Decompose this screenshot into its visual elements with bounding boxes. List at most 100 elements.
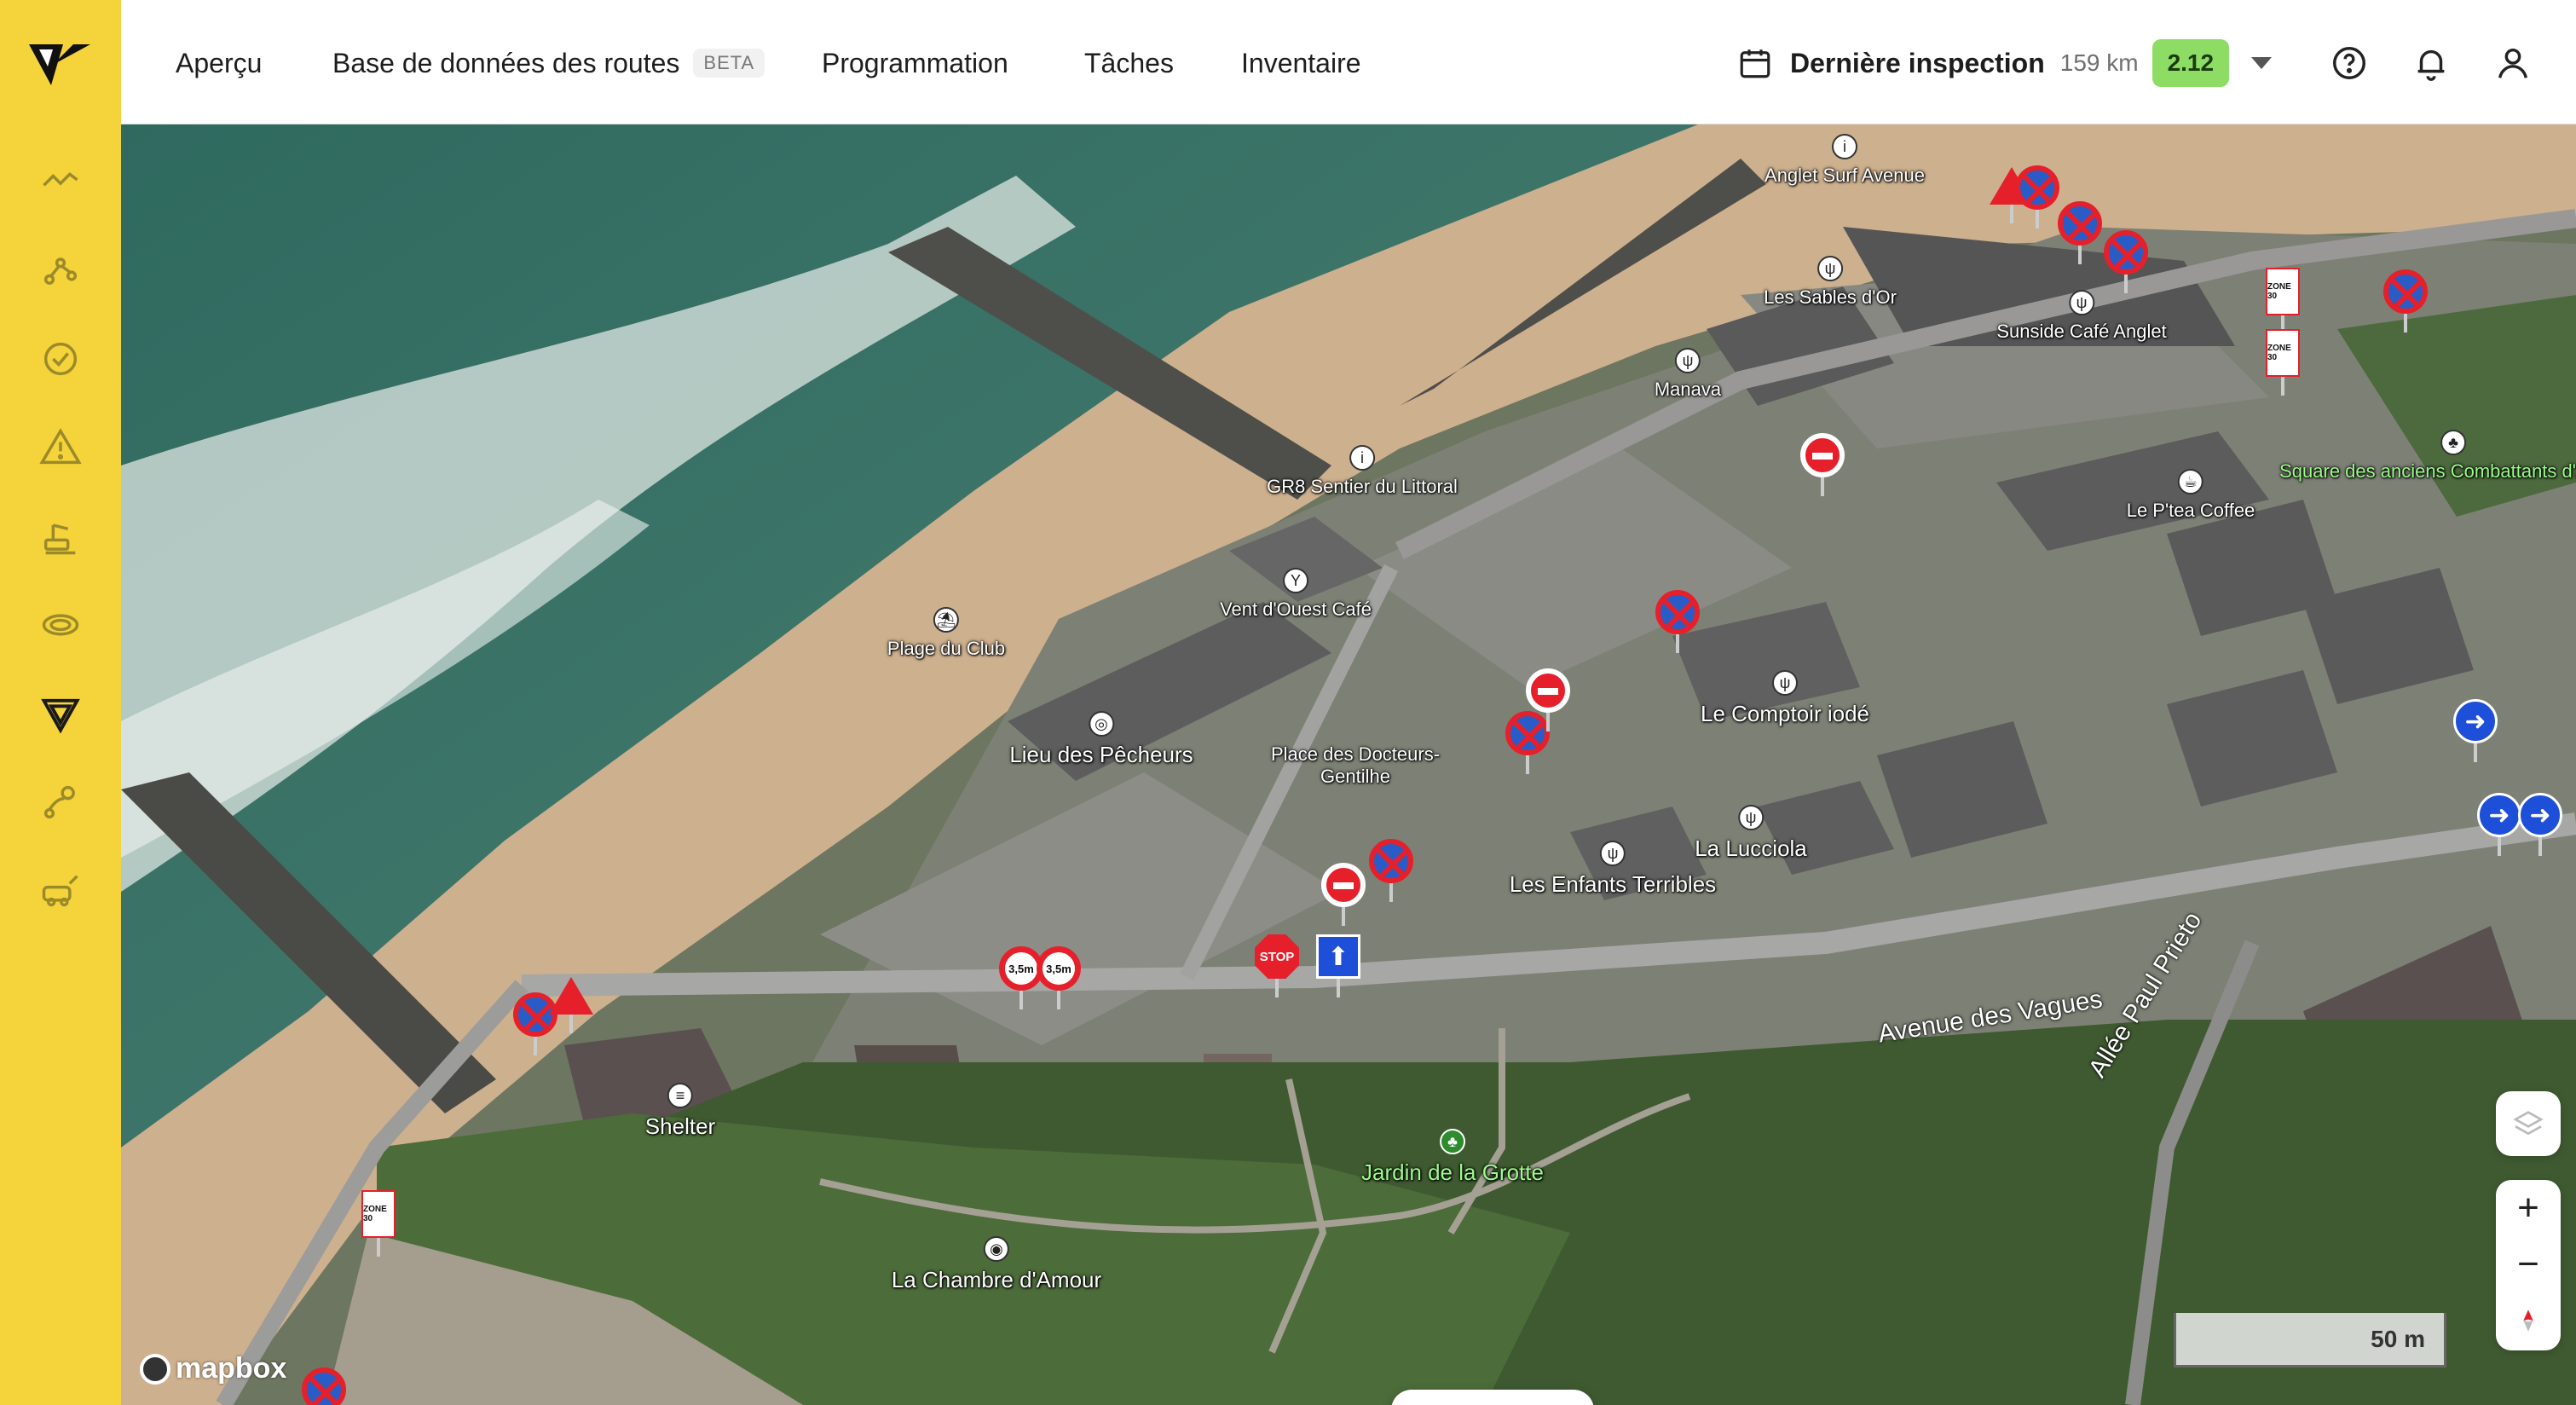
- sidebar-item-tasks[interactable]: [31, 329, 90, 389]
- sign-no-entry[interactable]: [1526, 668, 1570, 731]
- inspection-selector[interactable]: Dernière inspection 159 km 2.12: [1737, 34, 2273, 92]
- map-marker-route-icon: [43, 785, 75, 819]
- zone-30-sign-icon: ZONE 30: [2266, 329, 2300, 377]
- bell-icon: [2417, 49, 2445, 81]
- sidebar-item-surface[interactable]: [31, 595, 90, 655]
- sidebar-item-alerts[interactable]: [31, 418, 90, 477]
- map-view[interactable]: i Anglet Surf Avenue ψ Les Sables d'Or ψ…: [121, 124, 2576, 1405]
- layer-toggle-button[interactable]: [2496, 1091, 2561, 1156]
- sign-no-parking[interactable]: [2058, 201, 2102, 264]
- user-menu-button[interactable]: [2487, 38, 2538, 89]
- no-parking-sign-icon: [2104, 230, 2148, 275]
- poi-les-enfants-terribles[interactable]: ψ Les Enfants Terribles: [1510, 841, 1716, 898]
- sign-keep-right[interactable]: ➜: [2453, 699, 2498, 762]
- zoom-controls: + −: [2496, 1180, 2561, 1350]
- sign-no-parking[interactable]: [2383, 269, 2428, 332]
- sign-height-limit[interactable]: 3,5m: [1037, 946, 1081, 1009]
- no-parking-sign-icon: [2015, 165, 2059, 210]
- sign-one-way[interactable]: ⬆: [1316, 934, 1360, 997]
- arrow-up-sign-icon: ⬆: [1316, 934, 1360, 979]
- map-scale-bar: 50 m: [2174, 1313, 2446, 1367]
- nav-label: Programmation: [822, 47, 1008, 78]
- zone-30-sign-icon: ZONE 30: [2266, 268, 2300, 315]
- poi-label: GR8 Sentier du Littoral: [1267, 476, 1458, 497]
- nav-programmation[interactable]: Programmation: [822, 41, 1008, 85]
- map-search-toolbar: [1391, 1390, 1594, 1405]
- restaurant-icon: ψ: [2069, 290, 2094, 315]
- no-entry-sign-icon: [1526, 668, 1570, 713]
- help-button[interactable]: [2324, 38, 2375, 89]
- compass-button[interactable]: [2496, 1292, 2561, 1349]
- sidebar-item-network[interactable]: [31, 772, 90, 832]
- inspection-label: Dernière inspection: [1790, 47, 2045, 78]
- sign-zone-30[interactable]: ZONE 30: [361, 1190, 396, 1257]
- sign-no-parking[interactable]: [302, 1367, 346, 1405]
- mapbox-attribution[interactable]: mapbox: [140, 1352, 286, 1385]
- poi-les-sables-dor[interactable]: ψ Les Sables d'Or: [1764, 256, 1897, 309]
- calendar-icon: [1740, 49, 1770, 78]
- sign-no-entry[interactable]: [1321, 863, 1366, 926]
- nav-road-database[interactable]: Base de données des routes BETA: [332, 41, 765, 85]
- poi-label: Square des anciens Combattants d'A.F.N.: [2279, 460, 2576, 482]
- poi-le-ptea-coffee[interactable]: ☕ Le P'tea Coffee: [2127, 469, 2255, 522]
- poi-jardin-de-la-grotte[interactable]: ♣ Jardin de la Grotte: [1361, 1129, 1544, 1186]
- poi-plage-du-club[interactable]: ⛱ Plage du Club: [887, 607, 1005, 660]
- sidebar-item-routes[interactable]: [31, 240, 90, 300]
- sidebar-item-signs[interactable]: [31, 684, 90, 743]
- sign-zone-30[interactable]: ZONE 30: [2266, 268, 2300, 334]
- sidebar-item-road-work[interactable]: [31, 506, 90, 566]
- restaurant-icon: ψ: [1737, 805, 1764, 830]
- sign-keep-right[interactable]: ➜: [2518, 793, 2562, 856]
- app-logo[interactable]: [26, 38, 94, 92]
- sign-no-parking[interactable]: [2104, 230, 2148, 293]
- nav-taches[interactable]: Tâches: [1084, 41, 1174, 85]
- sign-no-parking[interactable]: [1655, 590, 1700, 653]
- zoom-in-button[interactable]: +: [2496, 1180, 2561, 1236]
- sign-no-entry[interactable]: [1800, 433, 1845, 496]
- help-icon: [2333, 47, 2365, 79]
- top-bar: Aperçu Base de données des routes BETA P…: [121, 0, 2576, 124]
- poi-label: Sunside Café Anglet: [1996, 321, 2167, 342]
- notifications-button[interactable]: [2406, 38, 2457, 89]
- check-circle-icon: [43, 342, 78, 376]
- restaurant-icon: ψ: [1772, 670, 1798, 696]
- poi-lieu-des-pecheurs[interactable]: ◎ Lieu des Pêcheurs: [1009, 711, 1193, 768]
- poi-shelter[interactable]: ≡ Shelter: [645, 1083, 715, 1140]
- sidebar-item-vehicles[interactable]: [31, 861, 90, 921]
- restaurant-icon: ψ: [1599, 841, 1626, 866]
- restaurant-icon: ψ: [1675, 348, 1701, 373]
- sign-no-parking[interactable]: [1369, 839, 1413, 902]
- sidebar-item-overview[interactable]: [31, 152, 90, 211]
- poi-gr8-sentier[interactable]: i GR8 Sentier du Littoral: [1267, 445, 1458, 498]
- nav-label: Base de données des routes: [332, 47, 680, 78]
- sign-no-parking[interactable]: [2015, 165, 2059, 228]
- nav-apercu[interactable]: Aperçu: [176, 41, 262, 85]
- poi-sunside-cafe[interactable]: ψ Sunside Café Anglet: [1996, 290, 2167, 343]
- zone-30-sign-icon: ZONE 30: [361, 1190, 396, 1238]
- no-parking-sign-icon: [1369, 839, 1413, 883]
- poi-la-chambre-damour[interactable]: ◉ La Chambre d'Amour: [892, 1236, 1101, 1293]
- warning-triangle-icon: [39, 428, 82, 465]
- sign-keep-right[interactable]: ➜: [2477, 793, 2521, 856]
- poi-place-docteurs-gentilhe[interactable]: Place des Docteurs-Gentilhe: [1262, 738, 1449, 788]
- zoom-out-button[interactable]: −: [2496, 1236, 2561, 1292]
- poi-le-comptoir-iode[interactable]: ψ Le Comptoir iodé: [1701, 670, 1869, 727]
- no-parking-sign-icon: [302, 1367, 346, 1405]
- park-icon: ♣: [2440, 430, 2466, 455]
- sign-zone-30[interactable]: ZONE 30: [2266, 329, 2300, 396]
- poi-anglet-surf-avenue[interactable]: i Anglet Surf Avenue: [1765, 134, 1925, 187]
- poi-vent-douest-cafe[interactable]: Y Vent d'Ouest Café: [1220, 568, 1372, 621]
- stop-sign-icon: STOP: [1255, 934, 1299, 979]
- sign-warning[interactable]: [549, 977, 593, 1033]
- beta-badge: BETA: [693, 49, 765, 78]
- poi-manava[interactable]: ψ Manava: [1655, 348, 1721, 401]
- poi-square-anciens-combattants[interactable]: ♣ Square des anciens Combattants d'A.F.N…: [2279, 430, 2576, 483]
- layers-icon: [2513, 1111, 2544, 1136]
- landmark-icon: ◎: [1089, 711, 1114, 737]
- sign-stop[interactable]: STOP: [1255, 934, 1299, 997]
- sidebar: [0, 0, 121, 1405]
- nav-inventaire[interactable]: Inventaire: [1241, 41, 1361, 85]
- attribution-text: mapbox: [176, 1352, 287, 1385]
- poi-label: Le Comptoir iodé: [1701, 701, 1869, 726]
- chevron-down-icon[interactable]: [2251, 57, 2273, 69]
